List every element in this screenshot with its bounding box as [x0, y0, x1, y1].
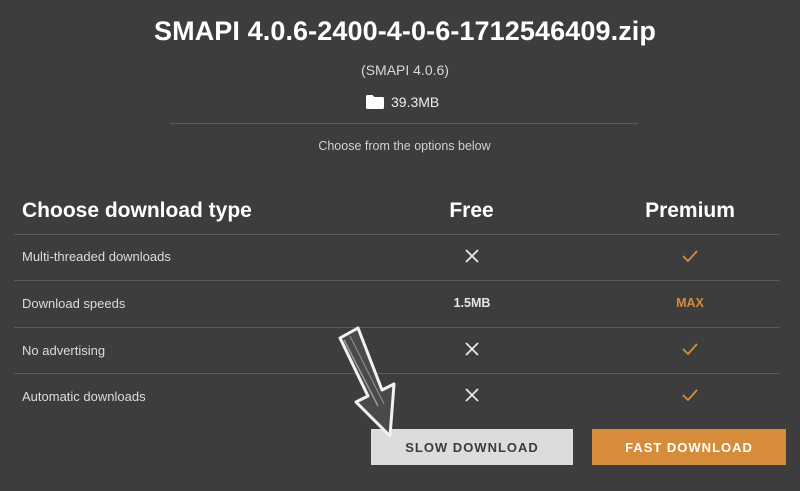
check-icon [682, 250, 698, 262]
row-label: Multi-threaded downloads [22, 249, 171, 264]
premium-cell [640, 245, 740, 267]
divider [170, 123, 638, 124]
file-title: SMAPI 4.0.6-2400-4-0-6-1712546409.zip [154, 16, 656, 46]
premium-cell [640, 338, 740, 360]
file-size-value: 39.3MB [391, 94, 440, 110]
free-cell [422, 245, 522, 267]
row-label: Download speeds [22, 296, 126, 311]
check-icon [682, 343, 698, 355]
options-instructions: Choose from the options below [318, 139, 491, 153]
folder-icon [366, 95, 384, 109]
cross-icon [465, 342, 479, 356]
check-icon [682, 389, 698, 401]
header-download-type: Choose download type [22, 199, 252, 222]
free-cell [422, 338, 522, 360]
header-free: Free [449, 199, 494, 222]
header-premium: Premium [645, 199, 735, 222]
row-label: Automatic downloads [22, 389, 146, 404]
fast-download-button[interactable]: FAST DOWNLOAD [592, 429, 786, 465]
file-version: (SMAPI 4.0.6) [361, 62, 449, 78]
free-speed-value: 1.5MB [453, 296, 491, 310]
premium-cell [640, 384, 740, 406]
row-label: No advertising [22, 343, 106, 358]
free-cell [422, 384, 522, 406]
row-divider [14, 280, 780, 281]
premium-speed-value: MAX [676, 296, 704, 310]
cross-icon [465, 249, 479, 263]
cross-icon [465, 388, 479, 402]
arrow-annotation-icon [338, 326, 396, 438]
row-divider [14, 234, 780, 235]
file-size: 39.3MB [366, 92, 439, 112]
